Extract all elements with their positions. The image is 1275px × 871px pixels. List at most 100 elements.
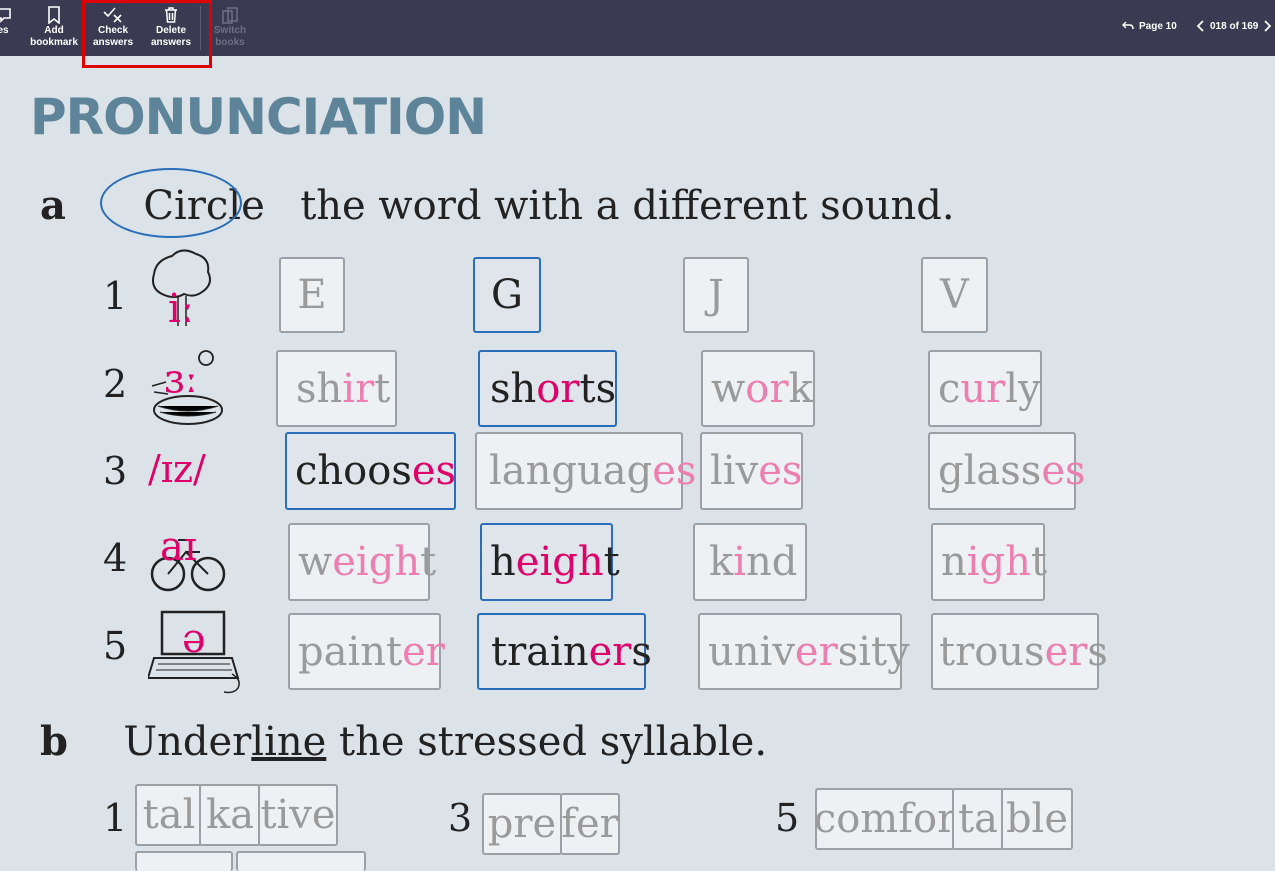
answer-option[interactable]: paint er <box>288 613 445 690</box>
answer-option-selected[interactable]: sh or ts <box>478 350 617 427</box>
word-highlight: or <box>536 365 580 412</box>
syllable-box[interactable]: tal <box>135 784 203 846</box>
syllable-box[interactable]: ta <box>952 788 1004 850</box>
item-number: 1 <box>103 796 128 840</box>
word-part: liv <box>710 448 759 494</box>
add-bookmark-button[interactable]: Add bookmark <box>28 4 80 52</box>
word-part: languag <box>489 448 653 494</box>
answer-text: V <box>940 272 969 318</box>
word-part: w <box>711 365 746 412</box>
row-number: 4 <box>103 536 128 580</box>
word-part: paint <box>298 628 403 675</box>
syllable-box[interactable]: pre <box>482 793 562 855</box>
word-highlight: er <box>588 628 632 675</box>
notes-button[interactable]: es <box>0 4 14 52</box>
syllable-box[interactable]: ka <box>199 784 261 846</box>
phonetic-symbol: /ɪz/ <box>148 447 206 491</box>
page-back-button[interactable]: Page 10 <box>1122 12 1177 40</box>
syllable-box[interactable]: comfor <box>814 788 956 850</box>
section-a-letter: a <box>40 182 66 229</box>
syllable-box-partial[interactable] <box>236 851 366 871</box>
word-highlight: es <box>1041 448 1086 494</box>
syllable-box-partial[interactable] <box>135 851 233 871</box>
bookmark-icon <box>48 6 60 24</box>
underlined-word: line <box>251 719 327 765</box>
word-part: h <box>490 539 516 585</box>
word-part: t <box>603 539 620 585</box>
word-part: w <box>298 539 333 585</box>
answer-option[interactable]: V <box>921 257 988 333</box>
chevron-right-icon[interactable] <box>1263 20 1272 32</box>
answer-option[interactable]: univ er sity <box>698 613 910 690</box>
syllable-box[interactable]: tive <box>258 784 338 846</box>
switch-books-button[interactable]: Switch books <box>208 4 252 52</box>
word-part: t <box>420 539 437 585</box>
answer-option[interactable]: E <box>279 257 345 333</box>
section-b-text-pre: Under <box>123 719 252 765</box>
word-part: k <box>788 365 813 412</box>
answer-option[interactable]: sh ir t <box>276 350 397 427</box>
syllable-box[interactable]: ble <box>1001 788 1073 850</box>
answer-text: J <box>707 272 725 318</box>
word-highlight: ur <box>960 365 1006 412</box>
answer-option[interactable]: glass es <box>928 432 1086 510</box>
syllable-box[interactable]: fer <box>560 793 620 855</box>
page-counter: 018 of 169 <box>1210 20 1259 32</box>
word-part: choos <box>295 448 412 494</box>
word-highlight: or <box>745 365 789 412</box>
answer-text: G <box>491 272 523 318</box>
circle-annotation <box>100 168 242 238</box>
word-part: c <box>938 365 961 412</box>
switch-label-line1: Switch <box>213 25 247 36</box>
answer-option[interactable]: languag es <box>475 432 696 510</box>
answer-option-selected[interactable]: choos es <box>285 432 456 510</box>
switch-books-icon <box>222 7 238 24</box>
word-highlight: i <box>733 539 747 585</box>
word-part: univ <box>708 628 795 675</box>
section-b-instruction: b Underline the stressed syllable. <box>40 718 767 765</box>
answer-option-selected[interactable]: h eigh t <box>480 523 620 601</box>
word-highlight: ir <box>342 365 375 412</box>
answer-option-selected[interactable]: G <box>473 257 541 333</box>
word-highlight: er <box>1044 628 1088 675</box>
section-b-text-post: the stressed syllable. <box>326 719 768 765</box>
word-highlight: eigh <box>515 539 604 585</box>
answer-option[interactable]: J <box>683 257 749 333</box>
bookmark-label-line2: bookmark <box>30 37 78 48</box>
word-part: sh <box>490 365 537 412</box>
word-highlight: er <box>402 628 445 675</box>
answer-option[interactable]: w eigh t <box>288 523 436 601</box>
word-part: sity <box>837 628 910 675</box>
word-highlight: es <box>758 448 803 494</box>
word-highlight: igh <box>966 539 1031 585</box>
word-part: ts <box>579 365 617 412</box>
word-part: sh <box>296 365 343 412</box>
word-part: k <box>709 539 734 585</box>
answer-option[interactable]: w or k <box>701 350 815 427</box>
word-part: t <box>1030 539 1048 585</box>
word-part: nd <box>746 539 798 585</box>
bookmark-label-line1: Add <box>44 25 64 36</box>
answer-option[interactable]: c ur ly <box>928 350 1042 427</box>
page-content: PRONUNCIATION a Circle the word with a d… <box>0 56 1275 871</box>
chevron-left-icon[interactable] <box>1197 20 1205 32</box>
phonetic-symbol: ə <box>182 616 206 662</box>
word-highlight: eigh <box>332 539 421 585</box>
phonetic-symbol: aɪ <box>160 524 197 570</box>
item-number: 5 <box>775 796 800 840</box>
answer-option[interactable]: trous er s <box>931 613 1108 690</box>
word-part: n <box>941 539 967 585</box>
word-part: ly <box>1005 365 1041 412</box>
word-highlight: er <box>794 628 838 675</box>
page-heading: PRONUNCIATION <box>30 88 487 146</box>
row-number: 3 <box>103 449 128 493</box>
row-number: 5 <box>103 624 128 668</box>
answer-option[interactable]: k i nd <box>693 523 807 601</box>
section-b-letter: b <box>40 718 68 765</box>
switch-label-line2: books <box>215 37 245 48</box>
answer-option[interactable]: n igh t <box>931 523 1048 601</box>
word-part: glass <box>938 448 1042 494</box>
answer-option[interactable]: liv es <box>700 432 803 510</box>
answer-option-selected[interactable]: train er s <box>477 613 652 690</box>
back-arrow-icon <box>1122 21 1134 30</box>
